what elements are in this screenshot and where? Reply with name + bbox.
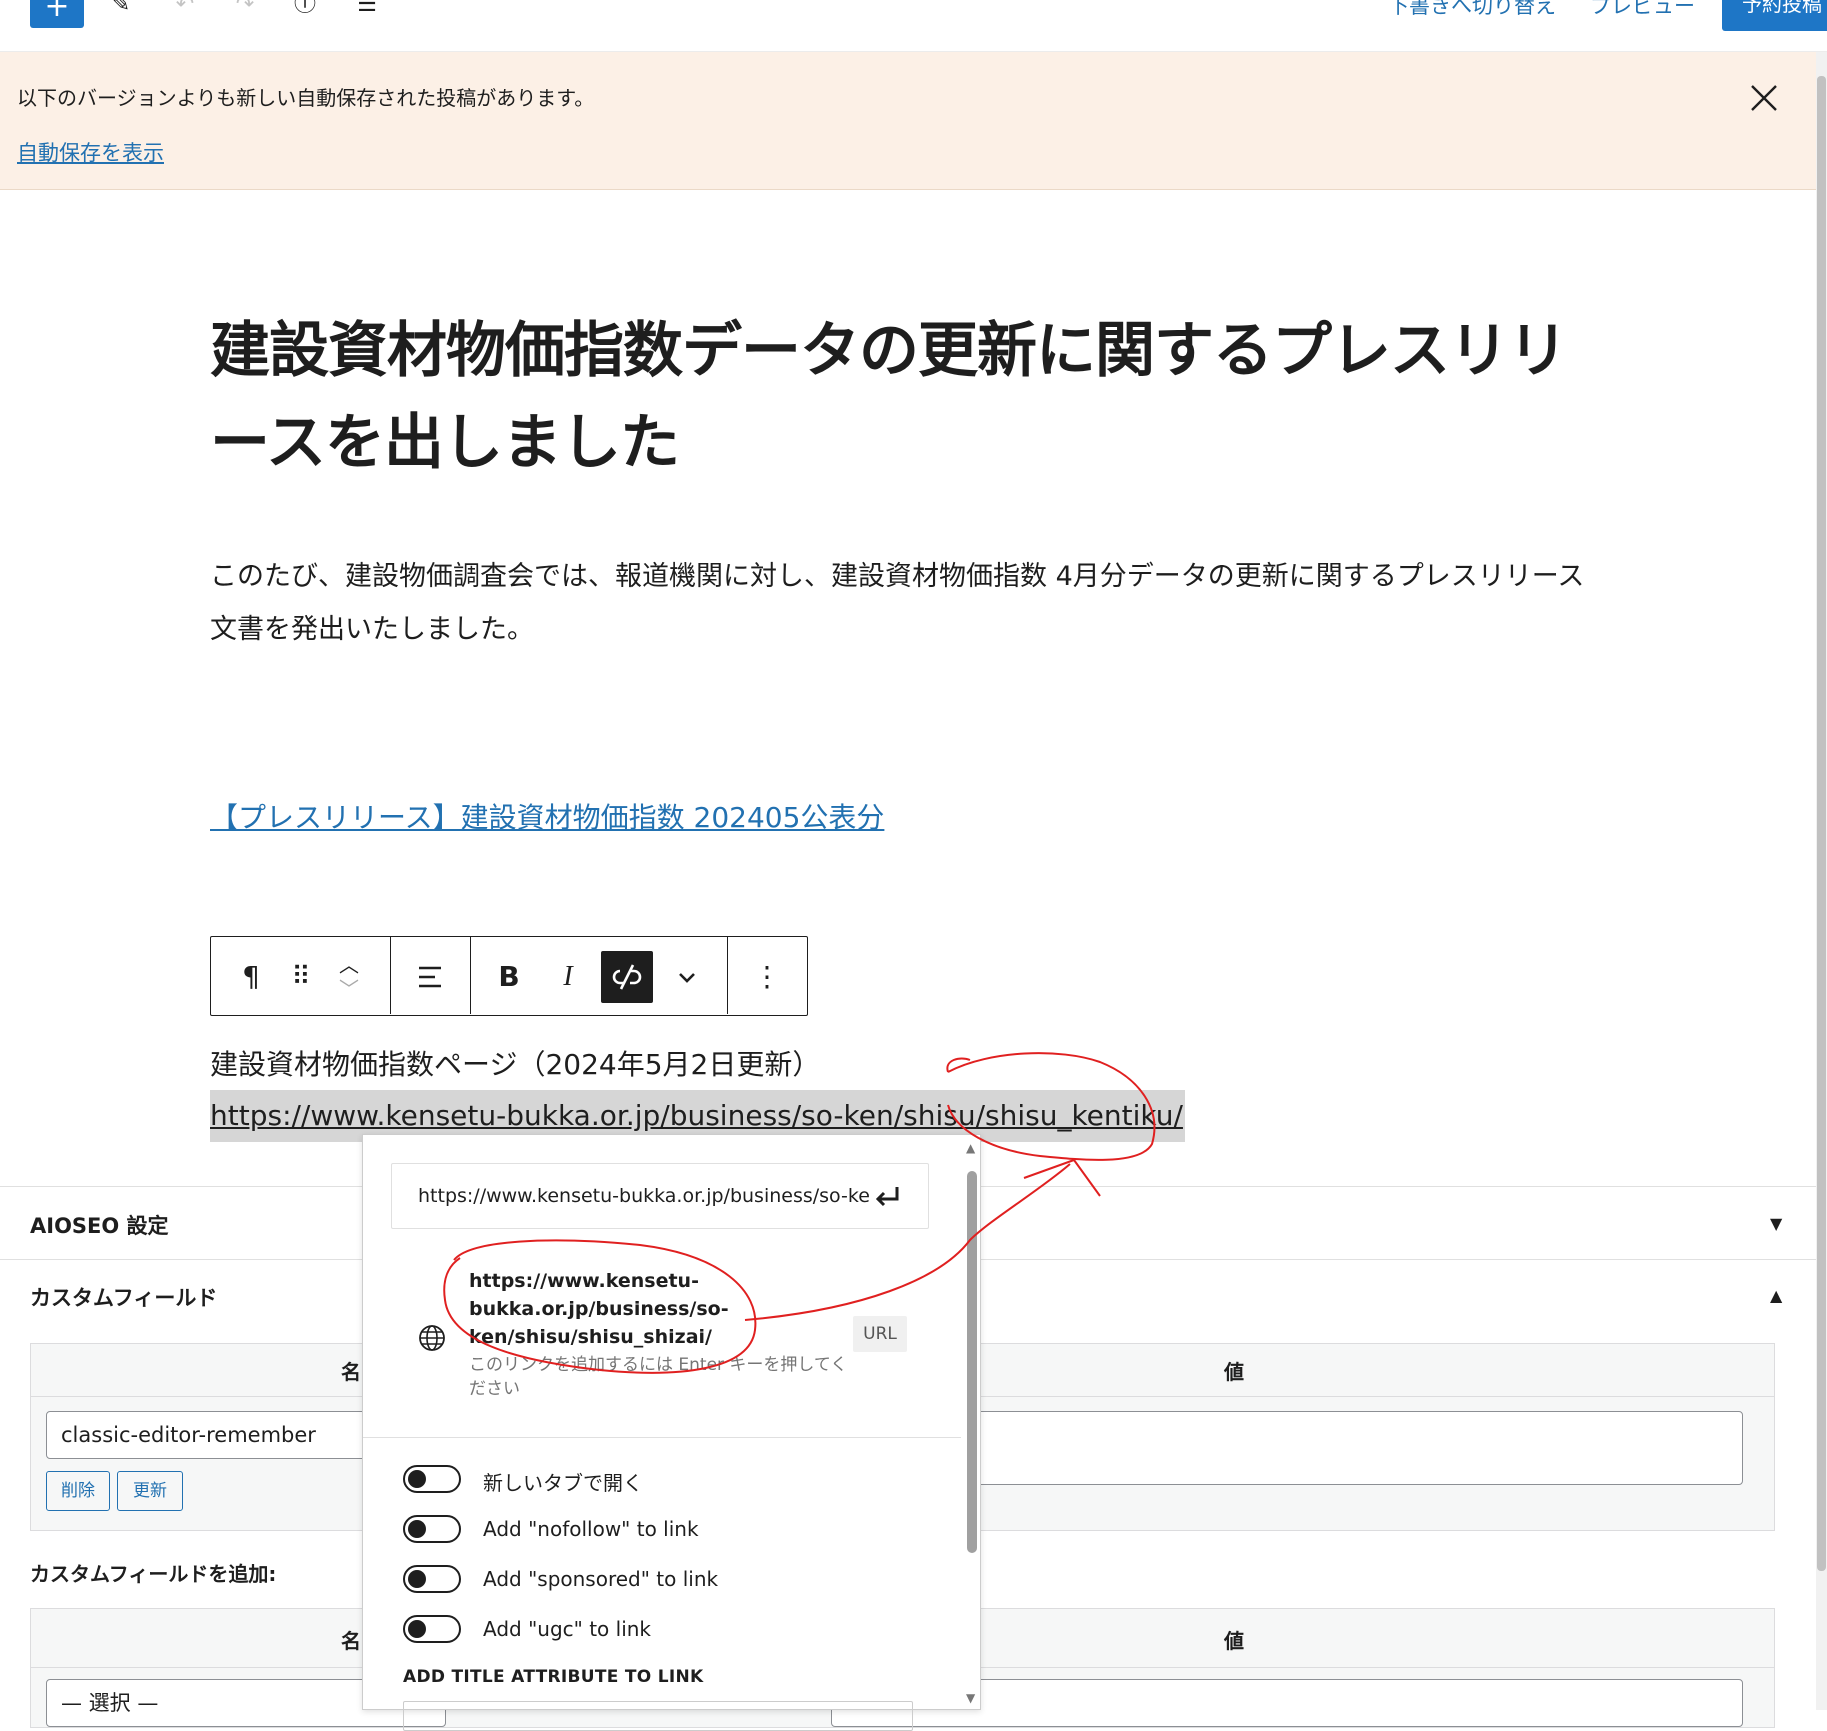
- post-title[interactable]: 建設資材物価指数データの更新に関するプレスリリースを出しました: [210, 305, 1600, 489]
- paragraph-icon[interactable]: ¶: [225, 951, 277, 1003]
- autosave-notice: 以下のバージョンよりも新しい自動保存された投稿があります。 自動保存を表示: [0, 52, 1816, 190]
- nofollow-toggle[interactable]: [403, 1515, 461, 1543]
- aioseo-settings-heading[interactable]: AIOSEO 設定: [30, 1210, 169, 1240]
- align-icon[interactable]: [405, 951, 457, 1003]
- move-up-down-icon[interactable]: ︿ ﹀: [323, 951, 375, 1003]
- undo-icon[interactable]: ↶: [168, 0, 202, 20]
- update-button[interactable]: 更新: [117, 1471, 183, 1511]
- close-icon[interactable]: [1748, 82, 1780, 114]
- open-new-tab-label: 新しいタブで開く: [483, 1471, 643, 1495]
- block-toolbar: ¶ ⠿ ︿ ﹀ B I ⋮: [210, 936, 808, 1016]
- notice-message: 以下のバージョンよりも新しい自動保存された投稿があります。: [17, 86, 595, 110]
- title-attribute-heading: ADD TITLE ATTRIBUTE TO LINK: [403, 1667, 704, 1687]
- info-icon[interactable]: ⓘ: [288, 0, 322, 20]
- sponsored-label: Add "sponsored" to link: [483, 1567, 719, 1591]
- ugc-toggle[interactable]: [403, 1615, 461, 1643]
- pencil-icon[interactable]: ✎: [104, 0, 138, 20]
- paragraph-block[interactable]: このたび、建設物価調査会では、報道機関に対し、建設資材物価指数 4月分データの更…: [210, 550, 1600, 656]
- open-new-tab-toggle[interactable]: [403, 1465, 461, 1493]
- nofollow-label: Add "nofollow" to link: [483, 1517, 699, 1541]
- name-column-header: 名: [341, 1629, 361, 1653]
- preview-button[interactable]: プレビュー: [1590, 0, 1695, 20]
- collapse-down-icon[interactable]: ▼: [1770, 1214, 1782, 1233]
- link-suggestion-hint: このリンクを追加するには Enter キーを押してください: [469, 1355, 848, 1399]
- globe-icon: [419, 1325, 445, 1351]
- link-url-input[interactable]: https://www.kensetu-bukka.or.jp/business…: [391, 1163, 929, 1229]
- more-options-icon[interactable]: ⋮: [741, 951, 793, 1003]
- editor-toolbar: + ✎ ↶ ↷ ⓘ ☰ 下書きへ切り替え プレビュー 予約投稿: [0, 0, 1827, 52]
- list-view-icon[interactable]: ☰: [350, 0, 384, 20]
- ugc-label: Add "ugc" to link: [483, 1617, 652, 1641]
- link-suggestion[interactable]: https://www.kensetu-bukka.or.jp/business…: [469, 1267, 729, 1351]
- value-column-header: 値: [1224, 1629, 1244, 1653]
- popover-scrollbar[interactable]: ▲ ▼: [963, 1135, 982, 1711]
- delete-button[interactable]: 削除: [46, 1471, 110, 1511]
- switch-to-draft-button[interactable]: 下書きへ切り替え: [1388, 0, 1556, 20]
- enter-icon[interactable]: [871, 1179, 903, 1211]
- url-type-badge: URL: [853, 1316, 907, 1352]
- drag-handle-icon[interactable]: ⠿: [275, 951, 327, 1003]
- custom-fields-heading[interactable]: カスタムフィールド: [30, 1282, 217, 1312]
- page-scrollbar[interactable]: [1816, 52, 1827, 1710]
- sponsored-toggle[interactable]: [403, 1565, 461, 1593]
- collapse-up-icon[interactable]: ▲: [1770, 1286, 1782, 1305]
- unlink-icon[interactable]: [601, 951, 653, 1003]
- link-popover: https://www.kensetu-bukka.or.jp/business…: [362, 1134, 982, 1731]
- press-release-link[interactable]: 【プレスリリース】建設資材物価指数 202405公表分: [210, 796, 884, 836]
- add-custom-field-heading: カスタムフィールドを追加:: [30, 1562, 277, 1586]
- name-column-header: 名: [341, 1360, 361, 1384]
- schedule-button[interactable]: 予約投稿: [1722, 0, 1827, 31]
- chevron-down-icon[interactable]: [661, 951, 713, 1003]
- value-column-header: 値: [1224, 1360, 1244, 1384]
- bold-button[interactable]: B: [483, 951, 535, 1003]
- index-page-heading[interactable]: 建設資材物価指数ページ（2024年5月2日更新）: [210, 1043, 820, 1083]
- redo-icon[interactable]: ↷: [228, 0, 262, 20]
- italic-button[interactable]: I: [542, 951, 594, 1003]
- title-attribute-input[interactable]: [403, 1701, 913, 1731]
- add-block-button[interactable]: +: [30, 0, 84, 28]
- view-autosave-link[interactable]: 自動保存を表示: [17, 137, 164, 167]
